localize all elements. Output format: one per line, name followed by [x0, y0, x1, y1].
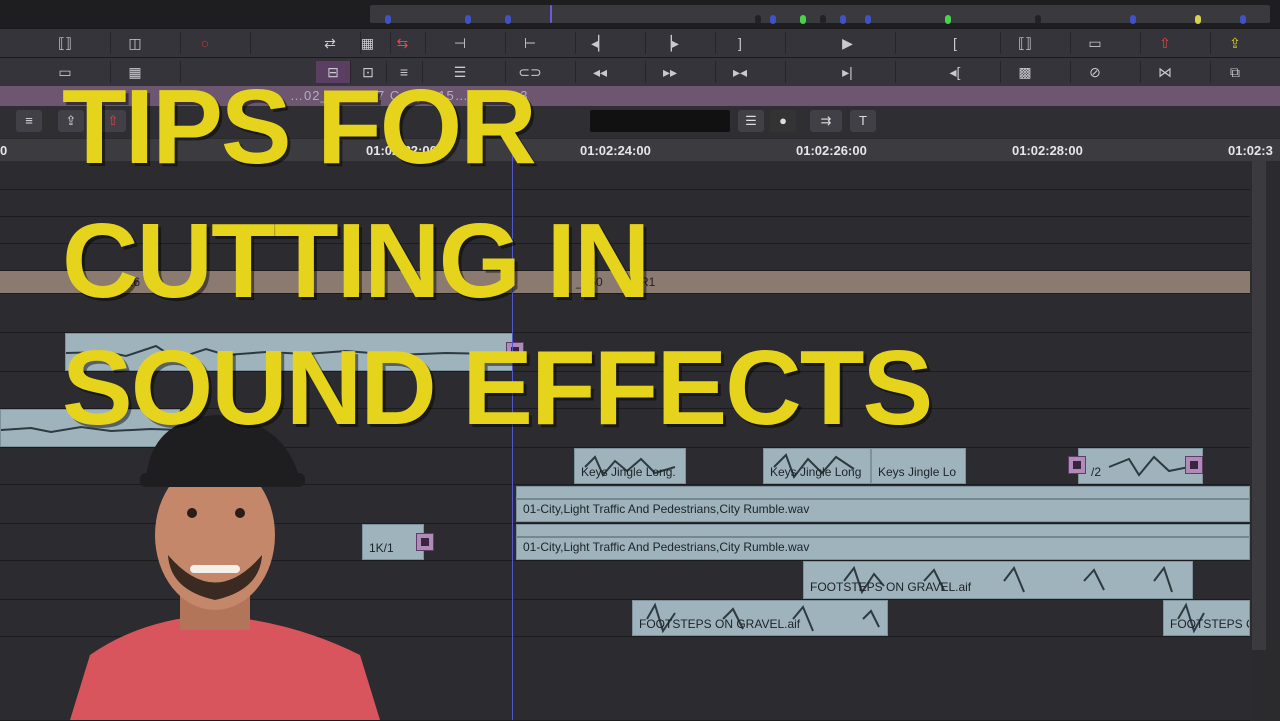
audio-clip[interactable]: Keys Jingle Lo — [871, 448, 966, 484]
marker — [865, 15, 871, 24]
monitor-icon[interactable]: ⇉ — [810, 110, 842, 132]
marker — [840, 15, 846, 24]
extract-yellow-icon[interactable]: ⇪ — [1190, 32, 1280, 54]
play-icon[interactable]: ▶ — [800, 32, 896, 54]
marker — [465, 15, 471, 24]
marker — [1240, 15, 1246, 24]
record-icon[interactable]: ○ — [160, 32, 251, 54]
clip-label: /2 — [1091, 465, 1102, 479]
marker — [1035, 15, 1041, 24]
jump-forward-icon[interactable]: ▸| — [800, 61, 896, 83]
marker — [755, 15, 761, 24]
effect-icon[interactable] — [1185, 456, 1203, 474]
clip-label: Keys Jingle Long — [770, 465, 862, 479]
effect-icon[interactable] — [416, 533, 434, 551]
clip-label: FOOTSTEPS ON GRAVEL.aif — [639, 617, 801, 631]
marker — [800, 15, 806, 24]
timecode-field[interactable] — [590, 110, 730, 132]
trim-mode-icon[interactable]: ≡ — [16, 110, 42, 132]
marker — [1195, 15, 1201, 24]
jump-back-icon[interactable]: ▸◂ — [695, 61, 786, 83]
audio-clip[interactable]: 01-City,Light Traffic And Pedestrians,Ci… — [516, 486, 1250, 522]
text-tool-icon[interactable]: T — [850, 110, 876, 132]
list-icon[interactable]: ☰ — [738, 110, 764, 132]
title-line-3: SOUND EFFECTS — [62, 329, 933, 447]
audio-clip[interactable]: FOOTSTEPS ON GRAVEL.aif — [632, 600, 888, 636]
record-circle-icon[interactable]: ● — [770, 110, 796, 132]
audio-clip[interactable]: Keys Jingle Long — [763, 448, 871, 484]
audio-clip[interactable]: 01-City,Light Traffic And Pedestrians,Ci… — [516, 524, 1250, 560]
audio-clip[interactable]: FOOTSTEPS ON GRAVEL.aif — [803, 561, 1193, 599]
clip-label: FOOTSTEPS ON GRAVEL.aif — [810, 580, 972, 594]
ruler-tick: 01:02:24:00 — [580, 143, 651, 158]
title-line-2: CUTTING IN — [62, 202, 650, 320]
timeline-position-bar[interactable] — [0, 0, 1280, 28]
marker — [770, 15, 776, 24]
ruler-tick: 0 — [0, 143, 8, 158]
clip-label: 01-City,Light Traffic And Pedestrians,Ci… — [523, 540, 810, 554]
presenter-image — [70, 415, 380, 720]
ruler-tick: 01:02:3 — [1228, 143, 1273, 158]
ruler-tick: 01:02:28:00 — [1012, 143, 1083, 158]
clip-label: Keys Jingle Long. — [581, 465, 676, 479]
position-indicator[interactable] — [550, 5, 552, 23]
marker — [820, 15, 826, 24]
clip-label: Keys Jingle Lo — [878, 465, 957, 479]
marker — [505, 15, 511, 24]
position-track[interactable] — [370, 5, 1270, 24]
ruler-tick: 01:02:26:00 — [796, 143, 867, 158]
clip-label: FOOTSTEPS C — [1170, 617, 1250, 631]
mark-out-icon[interactable]: ] — [695, 32, 786, 54]
marker — [385, 15, 391, 24]
marker — [1130, 15, 1136, 24]
clip-label: 01-City,Light Traffic And Pedestrians,Ci… — [523, 502, 810, 516]
audio-clip[interactable]: FOOTSTEPS C — [1163, 600, 1250, 636]
effect-icon[interactable] — [1068, 456, 1086, 474]
copy-icon[interactable]: ⧉ — [1190, 61, 1280, 83]
marker — [945, 15, 951, 24]
title-line-1: TIPS FOR — [62, 68, 537, 186]
vertical-scrollbar[interactable] — [1252, 160, 1266, 650]
audio-clip[interactable]: Keys Jingle Long. — [574, 448, 686, 484]
toolbar-row-1: ⟦⟧ ◫ ○ ⇄ ▦ ⇆ ⊣ ⊢ ◂▏ ▕▸ ] ▶ [ ⟦⟧ ▭ ⇧ ⇪ — [0, 28, 1280, 57]
